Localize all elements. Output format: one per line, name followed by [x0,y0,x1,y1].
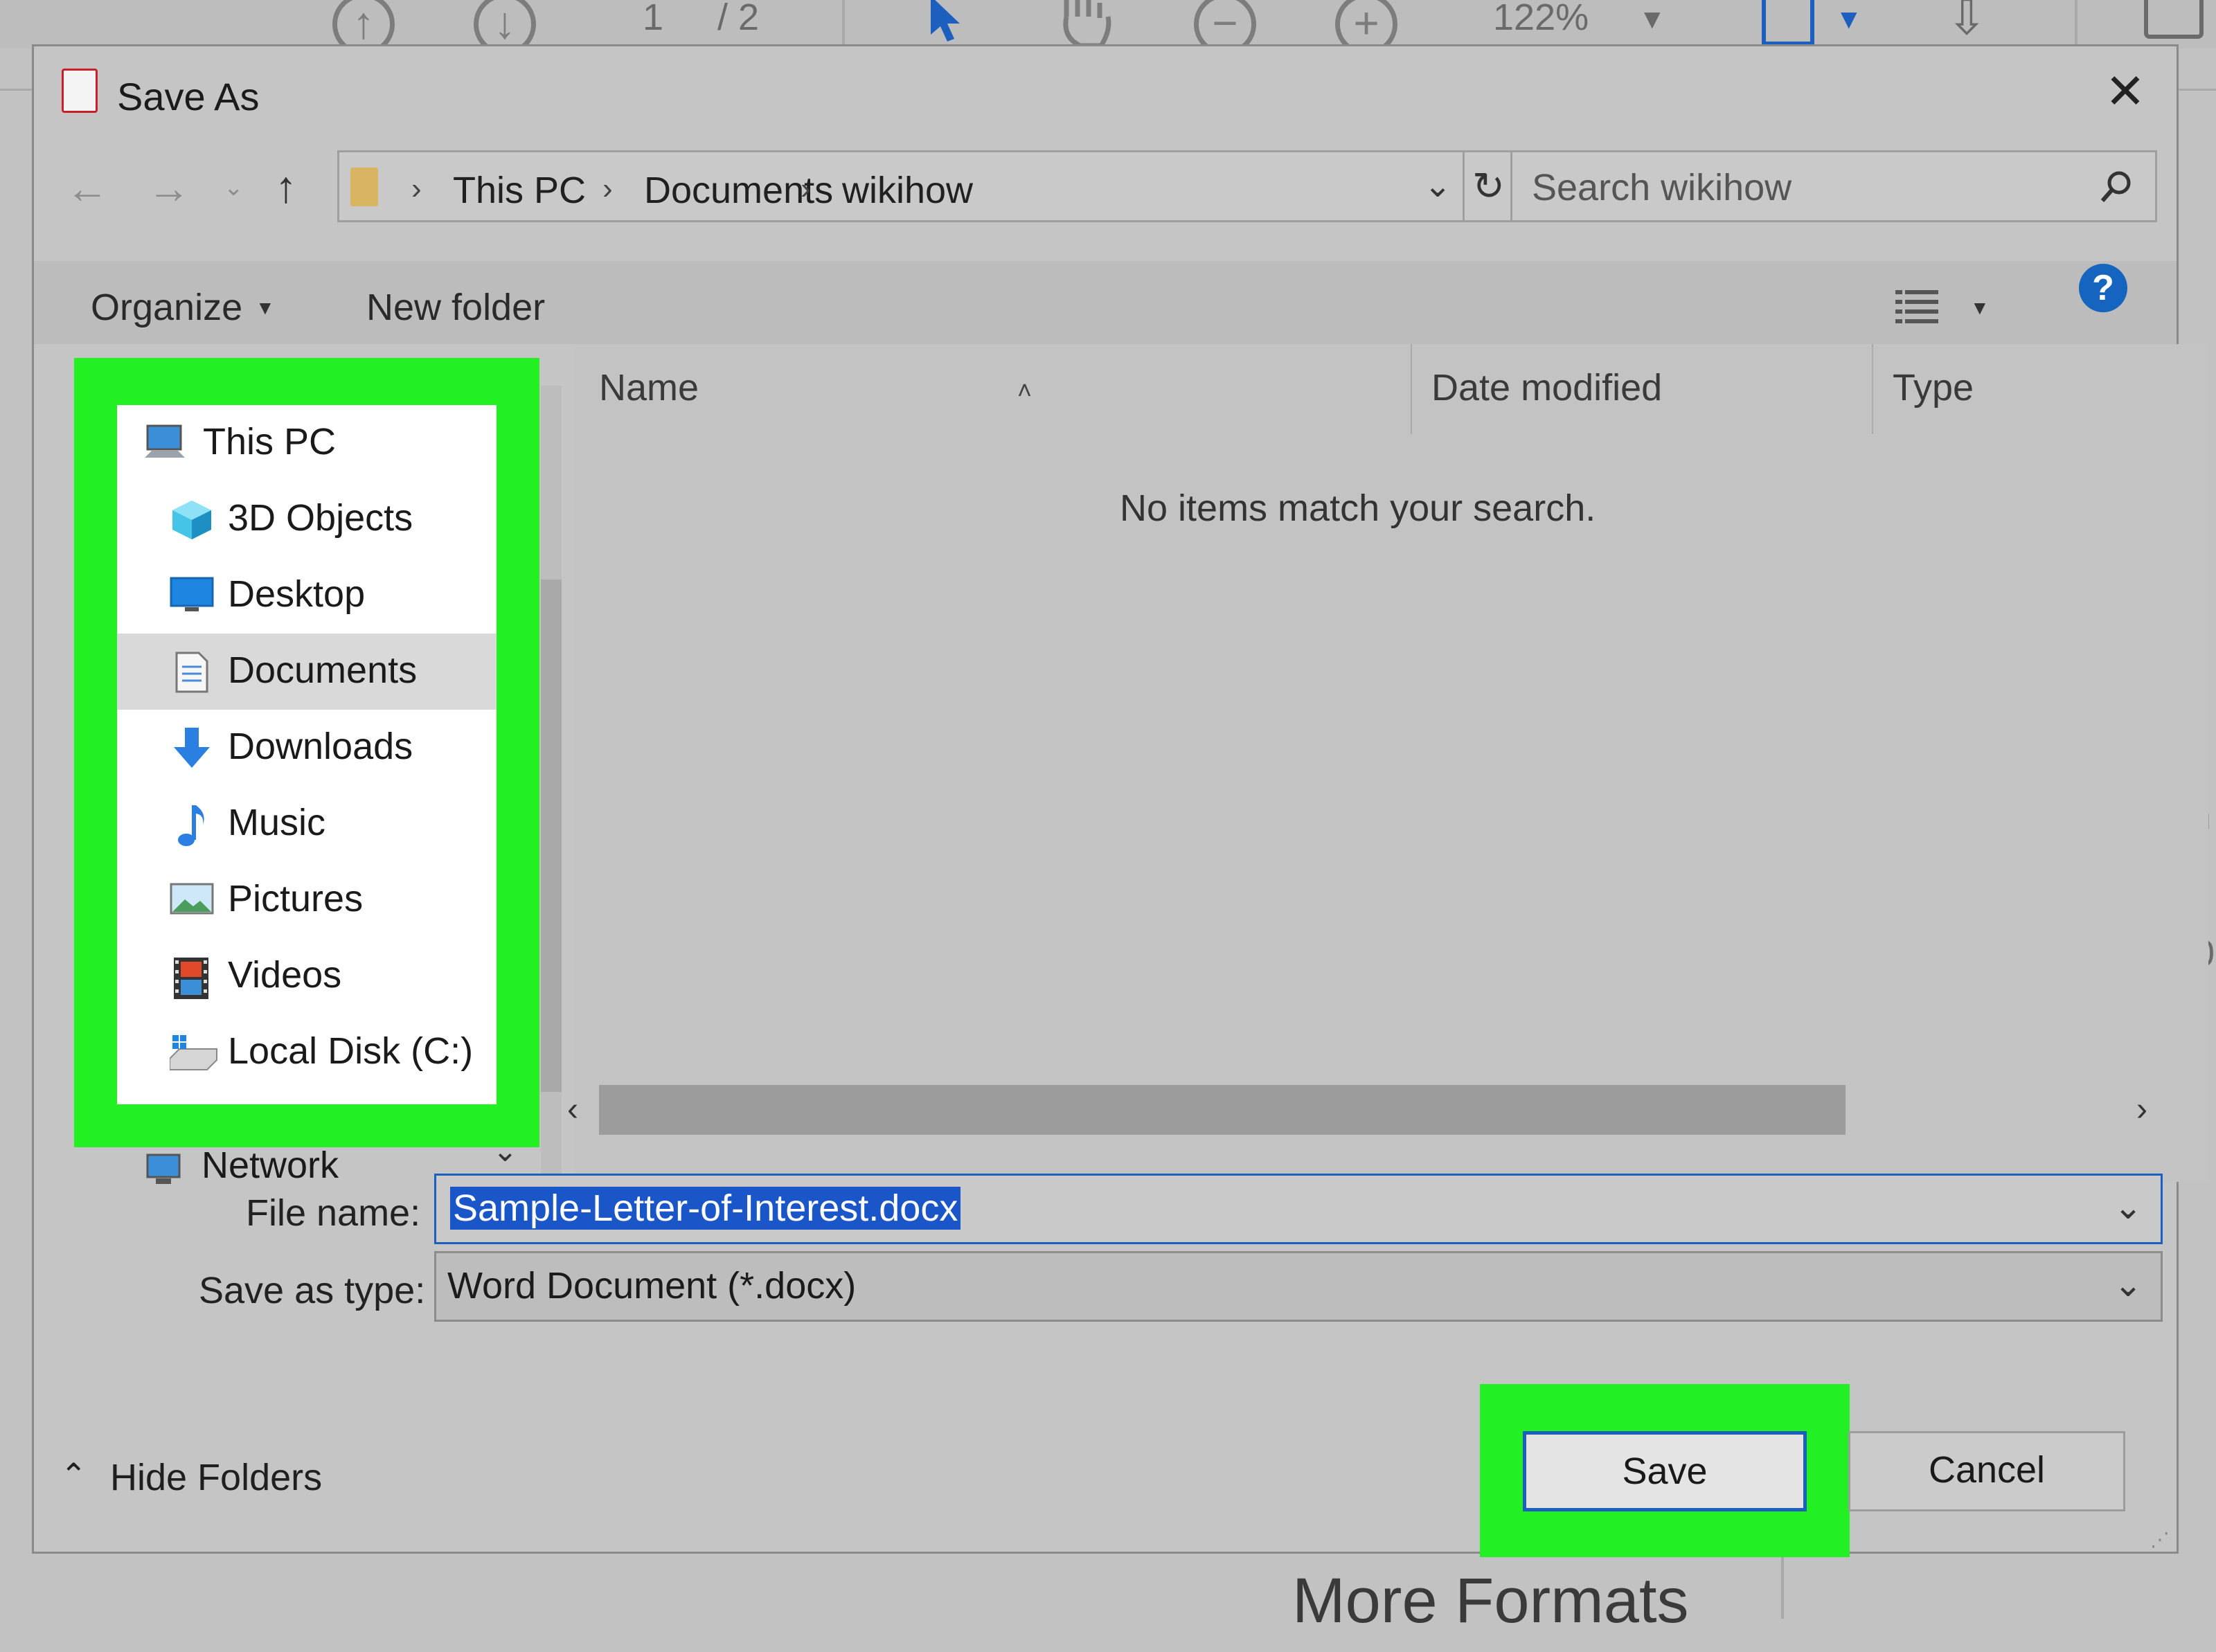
document-icon [170,652,214,693]
search-input[interactable]: Search wikihow [1510,150,2157,222]
breadcrumb-this-pc[interactable]: This PC [453,169,586,212]
nav-item-label: Music [228,802,326,843]
toolbar-divider [842,0,845,44]
toolbar-divider-2 [2075,0,2078,44]
export-dropdown-icon[interactable]: ▼ [1835,4,1863,35]
nav-item-desktop[interactable]: Desktop [117,557,497,634]
nav-item-label: Desktop [228,573,366,615]
empty-folder-message: No items match your search. [1120,487,1596,529]
save-as-type-select[interactable]: Word Document (*.docx) ⌄ [434,1251,2163,1322]
address-dropdown-chevron-icon[interactable]: ⌄ [1424,166,1451,205]
address-divider [1463,152,1465,220]
navigation-list: This PC 3D Objects Desktop Documents Dow… [117,405,497,1104]
page-number-current[interactable]: 1 [643,0,663,39]
resize-grip-icon[interactable]: ⋰ [2150,1528,2170,1551]
bg-divider-bottom [1781,1556,1784,1619]
nav-item-music[interactable]: Music [117,786,497,862]
save-as-type-value: Word Document (*.docx) [447,1265,857,1307]
zoom-level[interactable]: 122% [1493,0,1589,39]
nav-item-label: Downloads [228,726,413,767]
new-folder-button[interactable]: New folder [366,286,545,329]
sort-ascending-icon: ˄ [1017,376,1033,404]
nav-item-pictures[interactable]: Pictures [117,862,497,938]
view-details-icon[interactable] [1895,289,1940,327]
back-arrow-icon[interactable]: ← [66,164,109,213]
nav-item-videos[interactable]: Videos [117,938,497,1014]
nav-item-label: Pictures [228,878,364,919]
file-name-label: File name: [246,1192,421,1234]
nav-item-3d-objects[interactable]: 3D Objects [117,481,497,557]
close-icon[interactable]: ✕ [2098,67,2153,116]
cube-icon [170,499,214,539]
column-header-type[interactable]: Type [1893,366,1974,409]
download-tool-icon[interactable]: ⇩ [1939,0,1994,46]
recent-locations-chevron-icon[interactable]: ⌄ [224,174,244,201]
horizontal-scrollbar-thumb[interactable] [599,1085,1846,1135]
network-icon [143,1148,188,1187]
save-button[interactable]: Save [1523,1431,1807,1511]
dialog-title: Save As [117,75,260,118]
hand-tool-icon[interactable] [1053,0,1122,48]
address-bar[interactable]: › This PC › Documents › wikihow ⌄ ↻ [337,150,1514,222]
chevron-up-icon[interactable]: ⌃ [60,1456,87,1493]
column-header-name[interactable]: Name [599,366,699,409]
nav-item-label: Local Disk (C:) [228,1030,474,1072]
breadcrumb-separator[interactable]: › [411,172,422,206]
page-number-total: / 2 [717,0,760,38]
search-placeholder: Search wikihow [1532,167,1792,208]
organize-dropdown-icon[interactable]: ▼ [256,297,275,319]
view-dropdown-icon[interactable]: ▼ [1970,297,1990,319]
file-list-area [574,344,2208,1182]
up-arrow-icon[interactable]: ↑ [275,161,297,213]
command-bar: Organize ▼ New folder ▼ [34,261,2177,344]
music-note-icon [170,804,214,846]
breadcrumb-separator[interactable]: › [602,172,613,206]
help-icon[interactable]: ? [2079,264,2127,312]
forward-arrow-icon[interactable]: → [148,164,190,213]
nav-item-downloads[interactable]: Downloads [117,710,497,786]
bg-divider-left [0,89,32,91]
drive-icon [169,1032,217,1071]
nav-item-this-pc[interactable]: This PC [117,405,497,481]
export-file-icon[interactable] [1762,0,1814,46]
nav-item-label: 3D Objects [228,497,413,539]
film-icon [170,956,214,999]
cancel-button[interactable]: Cancel [1848,1431,2125,1511]
file-name-value[interactable]: Sample-Letter-of-Interest.docx [450,1187,961,1230]
pdf-app-icon [62,69,98,113]
breadcrumb-separator[interactable]: › [801,172,811,206]
bg-divider-right [2179,89,2216,91]
nav-item-label: This PC [203,421,337,463]
nav-item-documents[interactable]: Documents [117,634,497,710]
column-separator[interactable] [1411,344,1412,434]
column-header-date-modified[interactable]: Date modified [1431,366,1662,409]
comment-icon[interactable] [2144,0,2204,39]
organize-button[interactable]: Organize [91,286,242,329]
monitor-icon [170,575,214,614]
scroll-right-icon[interactable]: › [2121,1085,2163,1135]
computer-icon [145,423,189,462]
save-as-dialog: Save As ✕ ← → ⌄ ↑ › This PC › Documents … [32,44,2208,1557]
save-as-type-dropdown-chevron-icon[interactable]: ⌄ [2114,1264,2143,1304]
scroll-left-icon[interactable]: ‹ [552,1085,593,1135]
search-icon[interactable] [2097,168,2136,206]
file-name-input[interactable]: Sample-Letter-of-Interest.docx ⌄ [434,1174,2163,1244]
hide-folders-button[interactable]: Hide Folders [110,1456,322,1499]
select-cursor-icon[interactable] [925,0,967,44]
picture-icon [170,880,214,919]
file-name-dropdown-chevron-icon[interactable]: ⌄ [2114,1187,2143,1227]
download-arrow-icon [170,728,214,768]
nav-item-label: Network [202,1144,339,1186]
nav-item-label: Videos [228,954,342,996]
more-formats-heading: More Formats [1292,1565,1689,1636]
folder-icon [350,168,378,206]
column-separator[interactable] [1872,344,1873,434]
navigation-scrollbar-thumb[interactable] [541,580,562,1092]
breadcrumb-wikihow[interactable]: wikihow [842,169,973,212]
nav-item-local-disk[interactable]: Local Disk (C:) [117,1014,497,1090]
refresh-icon[interactable]: ↻ [1472,163,1505,209]
zoom-dropdown-icon[interactable]: ▼ [1638,4,1666,35]
save-as-type-label: Save as type: [199,1270,426,1311]
nav-item-label: Documents [228,649,418,691]
